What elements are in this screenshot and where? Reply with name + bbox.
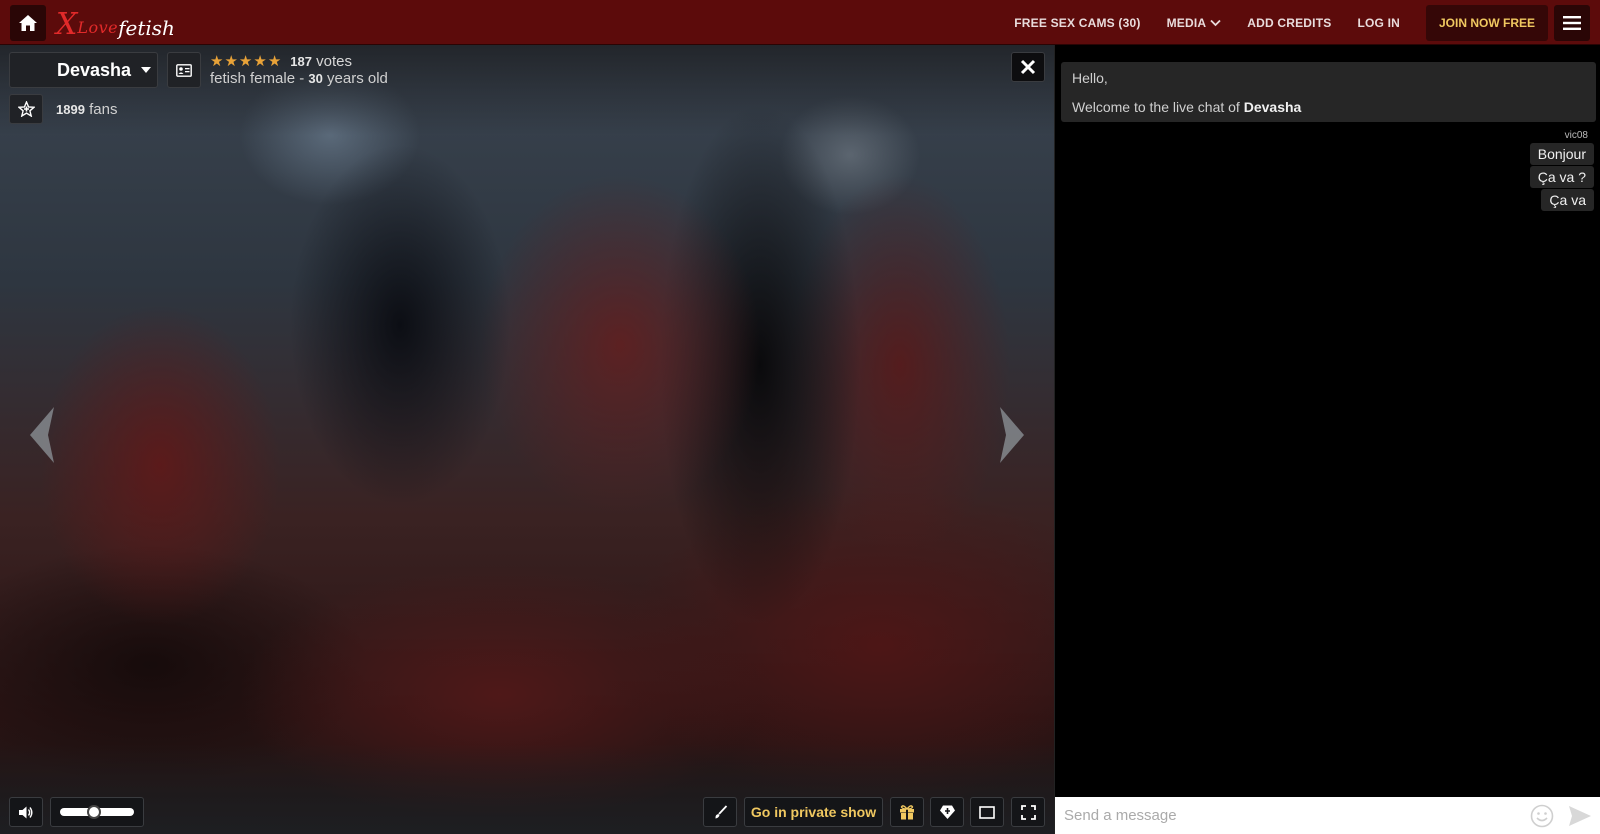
welcome-message: Welcome to the live chat of Devasha (1072, 99, 1585, 115)
nav-free-cams[interactable]: FREE SEX CAMS (30) (1014, 16, 1140, 30)
send-icon (1569, 805, 1591, 826)
model-rating: ★ ★ ★ ★ ★ 187 votes (210, 53, 352, 70)
profile-card-button[interactable] (167, 52, 201, 88)
votes-text: 187 votes (290, 53, 352, 70)
fans-count-text: 1899 fans (56, 101, 117, 118)
private-show-button[interactable]: Go in private show (744, 797, 883, 827)
chat-panel: Hello, Welcome to the live chat of Devas… (1054, 45, 1600, 834)
star-icon: ★ (224, 53, 238, 70)
nav-media-label: MEDIA (1166, 15, 1207, 30)
theater-mode-icon (979, 805, 995, 819)
star-icon: ★ (267, 53, 282, 70)
theater-mode-button[interactable] (970, 797, 1004, 827)
chat-message: Ça va (1541, 189, 1594, 211)
arrow-right-icon[interactable] (998, 405, 1028, 465)
chevron-down-icon (1210, 19, 1221, 26)
emoji-icon (1530, 804, 1554, 827)
brush-icon (714, 804, 727, 818)
chat-message-input[interactable] (1055, 797, 1529, 834)
chat-message: Bonjour (1529, 143, 1594, 165)
model-description: fetish female - 30 years old (210, 70, 388, 87)
top-navigation-bar: X Love fetish FREE SEX CAMS (30) MEDIA A… (0, 0, 1600, 45)
logo-love: Love (77, 18, 119, 37)
model-age-label: years old (327, 70, 388, 87)
close-player-button[interactable] (1011, 52, 1045, 82)
speaker-icon (18, 806, 32, 818)
emoji-button[interactable] (1529, 803, 1555, 829)
site-logo[interactable]: X Love fetish (56, 6, 175, 40)
profile-card-icon (176, 63, 192, 77)
chat-message-username: vic08 (1564, 130, 1588, 141)
fans-label: fans (89, 101, 118, 118)
model-age: 30 (308, 71, 323, 86)
close-icon (1020, 59, 1036, 75)
welcome-text: Welcome to the live chat of (1072, 99, 1240, 115)
chat-welcome-box: Hello, Welcome to the live chat of Devas… (1061, 62, 1596, 122)
drawing-button[interactable] (703, 797, 737, 827)
model-name-dropdown[interactable]: Devasha (9, 52, 158, 88)
star-icon: ★ (253, 53, 267, 70)
nav-media[interactable]: MEDIA (1167, 16, 1222, 30)
votes-count: 187 (290, 54, 312, 69)
chat-input-bar (1055, 797, 1600, 834)
model-name: Devasha (57, 59, 132, 80)
star-icon: ★ (210, 53, 224, 70)
favorite-star-icon (17, 101, 35, 117)
menu-icon (1563, 15, 1581, 30)
gift-icon (900, 805, 914, 820)
welcome-greeting: Hello, (1072, 70, 1108, 86)
volume-knob[interactable] (87, 805, 101, 819)
model-category: fetish female (210, 70, 296, 87)
home-button[interactable] (10, 5, 46, 41)
welcome-model-name: Devasha (1243, 99, 1302, 115)
menu-button[interactable] (1554, 4, 1590, 41)
nav-log-in[interactable]: LOG IN (1357, 16, 1400, 30)
add-favorite-button[interactable] (9, 94, 43, 124)
nav-add-credits[interactable]: ADD CREDITS (1247, 16, 1331, 30)
join-now-button[interactable]: JOIN NOW FREE (1425, 4, 1548, 41)
logo-fetish: fetish (118, 16, 175, 40)
volume-slider[interactable] (50, 797, 144, 827)
fullscreen-button[interactable] (1011, 797, 1045, 827)
volume-track[interactable] (60, 805, 134, 819)
main-nav: FREE SEX CAMS (30) MEDIA ADD CREDITS LOG… (1014, 0, 1600, 45)
video-top-shade (0, 45, 1054, 135)
send-button[interactable] (1567, 803, 1593, 829)
chat-message: Ça va ? (1529, 166, 1594, 188)
gift-button[interactable] (890, 797, 924, 827)
arrow-left-icon[interactable] (26, 405, 56, 465)
star-icon: ★ (238, 53, 253, 70)
video-player[interactable]: Devasha ★ ★ ★ ★ ★ 187 votes fetish femal… (0, 45, 1054, 834)
mute-button[interactable] (9, 797, 43, 827)
home-icon (19, 15, 37, 31)
tip-button[interactable] (930, 797, 964, 827)
tip-icon (939, 805, 955, 819)
logo-x: X (56, 7, 78, 42)
votes-label: votes (316, 53, 352, 70)
fans-count: 1899 (56, 102, 85, 117)
caret-down-icon (141, 67, 152, 73)
fullscreen-icon (1020, 804, 1036, 820)
